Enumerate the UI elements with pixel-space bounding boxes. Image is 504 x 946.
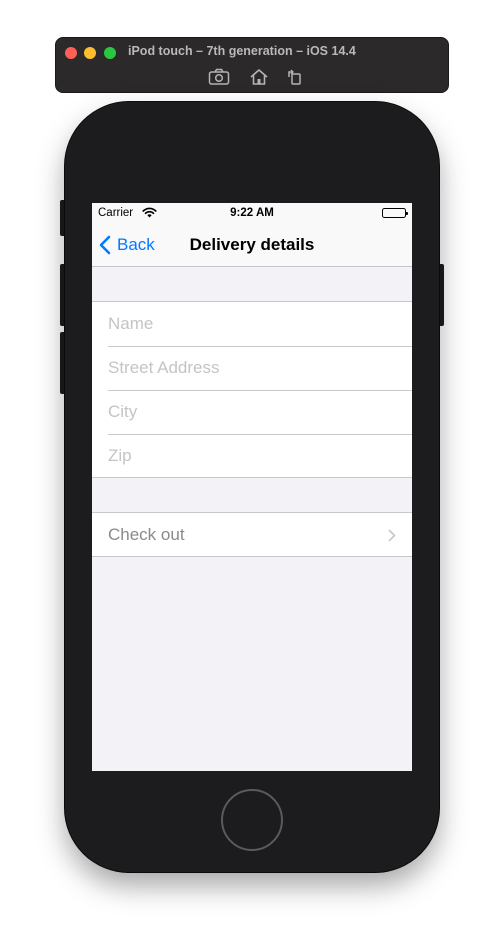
home-icon[interactable] xyxy=(247,66,271,88)
navigation-bar: Back Delivery details xyxy=(92,223,412,267)
zip-row xyxy=(92,434,412,478)
minimize-window-button[interactable] xyxy=(84,47,96,59)
home-button[interactable] xyxy=(221,789,283,851)
battery-icon xyxy=(382,208,408,218)
close-window-button[interactable] xyxy=(65,47,77,59)
city-row xyxy=(92,390,412,434)
checkout-label: Check out xyxy=(108,525,185,544)
simulator-title-bar: iPod touch – 7th generation – iOS 14.4 xyxy=(55,37,449,93)
street-address-field[interactable] xyxy=(108,358,398,378)
actions-section: Check out xyxy=(92,512,412,557)
simulator-title: iPod touch – 7th generation – iOS 14.4 xyxy=(128,44,356,58)
chevron-right-icon xyxy=(388,529,396,541)
screenshot-icon[interactable] xyxy=(207,66,231,88)
delivery-form xyxy=(92,301,412,478)
checkout-button[interactable]: Check out xyxy=(92,513,412,557)
rotate-icon[interactable] xyxy=(283,66,307,88)
city-field[interactable] xyxy=(108,402,398,422)
zip-field[interactable] xyxy=(108,446,398,466)
status-bar: Carrier 9:22 AM xyxy=(92,203,412,223)
street-address-row xyxy=(92,346,412,390)
status-time: 9:22 AM xyxy=(230,207,274,219)
name-row xyxy=(92,302,412,346)
name-field[interactable] xyxy=(108,314,398,334)
page-title: Delivery details xyxy=(189,235,315,254)
zoom-window-button[interactable] xyxy=(104,47,116,59)
device-screen: Carrier 9:22 AM Back Delivery details Na… xyxy=(92,203,412,771)
